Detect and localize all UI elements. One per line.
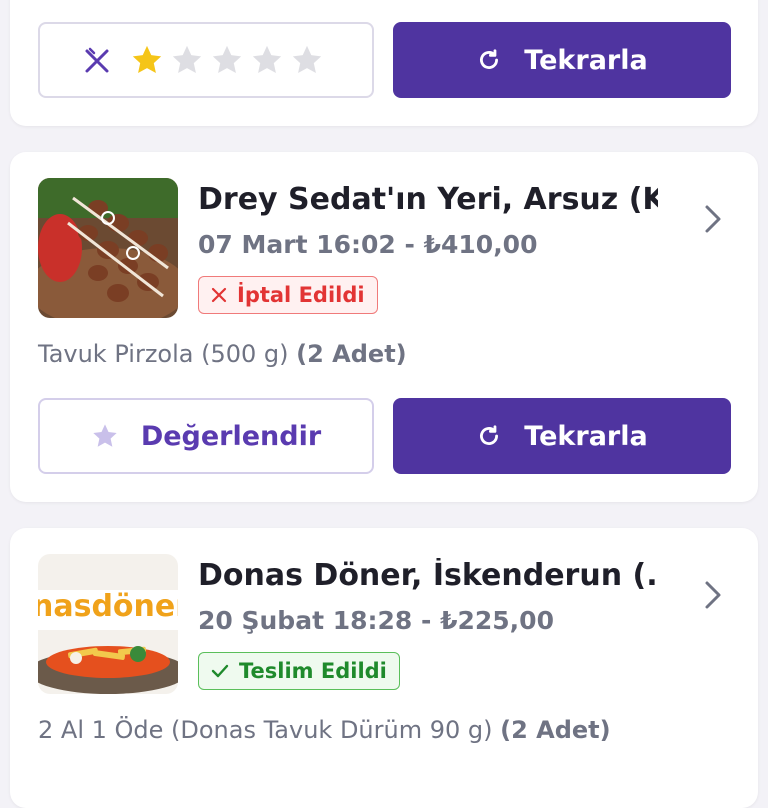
fork-knife-icon (82, 45, 112, 75)
close-icon (211, 287, 227, 303)
star-icon (91, 422, 119, 450)
order-meta: 20 Şubat 18:28 - ₺225,00 (198, 606, 554, 635)
restaurant-thumbnail (38, 178, 178, 318)
order-items: Tavuk Pirzola (500 g) (2 Adet) (38, 340, 407, 368)
star-empty-icon (252, 45, 282, 74)
refresh-icon (476, 47, 502, 73)
order-date: 07 Mart 16:02 (198, 230, 396, 259)
chevron-right-icon[interactable] (702, 204, 724, 238)
reorder-label: Tekrarla (524, 420, 648, 452)
rating-stars (130, 43, 330, 77)
status-badge: İptal Edildi (198, 276, 378, 314)
item-name: 2 Al 1 Öde (Donas Tavuk Dürüm 90 g) (38, 716, 501, 744)
item-name: Tavuk Pirzola (500 g) (38, 340, 297, 368)
star-filled-icon (132, 45, 162, 74)
rate-button[interactable]: Değerlendir (38, 398, 374, 474)
status-badge: Teslim Edildi (198, 652, 400, 690)
restaurant-thumbnail: nasdöner (38, 554, 178, 694)
chevron-right-icon[interactable] (702, 580, 724, 614)
reorder-button[interactable]: Tekrarla (393, 398, 731, 474)
order-items: 2 Al 1 Öde (Donas Tavuk Dürüm 90 g) (2 A… (38, 716, 611, 744)
restaurant-name: Donas Döner, İskenderun (... (198, 558, 658, 593)
order-meta: 07 Mart 16:02 - ₺410,00 (198, 230, 537, 259)
rating-box[interactable] (38, 22, 374, 98)
order-card: Tekrarla (10, 0, 758, 126)
star-empty-icon (212, 45, 242, 74)
meta-separator: - (412, 606, 441, 635)
rate-label: Değerlendir (140, 420, 322, 452)
meta-separator: - (395, 230, 424, 259)
order-card[interactable]: nasdöner Donas Döner, İskenderun (... 20… (10, 528, 758, 808)
check-icon (211, 663, 229, 679)
order-price: ₺410,00 (423, 230, 538, 259)
reorder-button[interactable]: Tekrarla (393, 22, 731, 98)
thumb-brand-text: nasdöner (38, 589, 178, 624)
star-empty-icon (292, 45, 322, 74)
item-quantity: (2 Adet) (296, 340, 407, 368)
order-card[interactable]: Drey Sedat'ın Yeri, Arsuz (K... 07 Mart … (10, 152, 758, 502)
item-quantity: (2 Adet) (500, 716, 611, 744)
reorder-label: Tekrarla (524, 44, 648, 76)
star-empty-icon (172, 45, 202, 74)
order-date: 20 Şubat 18:28 (198, 606, 413, 635)
refresh-icon (476, 423, 502, 449)
restaurant-name: Drey Sedat'ın Yeri, Arsuz (K... (198, 182, 658, 217)
status-label: Teslim Edildi (239, 659, 387, 683)
status-label: İptal Edildi (237, 283, 365, 307)
order-price: ₺225,00 (440, 606, 554, 635)
